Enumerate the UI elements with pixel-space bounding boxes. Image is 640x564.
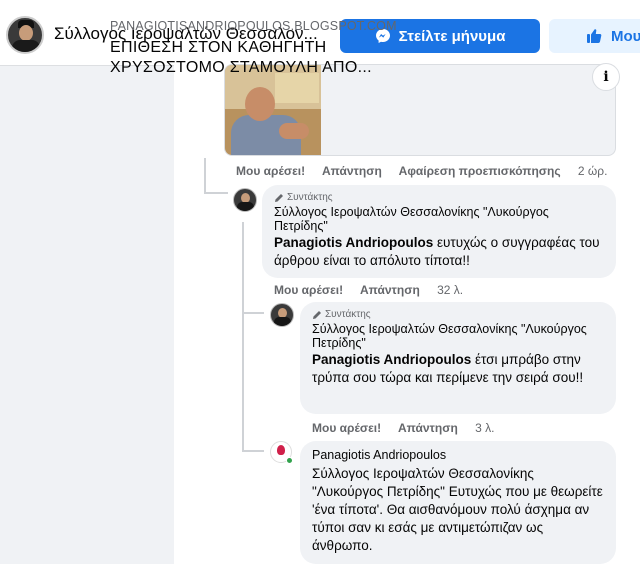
timestamp[interactable]: 3 λ. (475, 421, 494, 435)
like-action[interactable]: Μου αρέσει! (312, 421, 381, 435)
comment-bubble: Panagiotis Andriopoulos Σύλλογος Ιεροψαλ… (300, 441, 616, 564)
comment-actions: Μου αρέσει! Απάντηση 3 λ. (312, 421, 508, 435)
author-role-label: Συντάκτης (325, 309, 371, 320)
link-preview-domain: PANAGIOTISANDRIOPOULOS.BLOGSPOT.COM (110, 19, 397, 33)
mention[interactable]: Panagiotis Andriopoulos (274, 235, 433, 250)
author-role: Συντάκτης (274, 192, 604, 203)
online-status-dot (286, 457, 293, 464)
pencil-icon (275, 193, 283, 202)
page-avatar[interactable] (6, 16, 44, 54)
avatar[interactable] (270, 441, 293, 464)
comment-text: Σύλλογος Ιεροψαλτών Θεσσαλονίκης "Λυκούρ… (312, 465, 604, 555)
comment-bubble: Συντάκτης Σύλλογος Ιεροψαλτών Θεσσαλονίκ… (300, 302, 616, 414)
avatar-robe-shape (274, 317, 291, 326)
mention[interactable]: Panagiotis Andriopoulos (312, 352, 471, 367)
avatar[interactable] (233, 188, 257, 212)
like-action[interactable]: Μου αρέσει! (274, 283, 343, 297)
comment-text: Panagiotis Andriopoulos ευτυχώς ο συγγρα… (274, 234, 604, 270)
reply-action[interactable]: Απάντηση (360, 283, 420, 297)
reply-action[interactable]: Απάντηση (322, 164, 382, 178)
avatar-head-shape (19, 25, 33, 41)
post-actions: Μου αρέσει! Απάντηση Αφαίρεση προεπισκόπ… (236, 164, 621, 178)
avatar[interactable] (270, 303, 294, 327)
comment-author[interactable]: Σύλλογος Ιεροψαλτών Θεσσαλονίκης "Λυκούρ… (312, 322, 604, 350)
avatar-robe-shape (237, 202, 254, 211)
author-role-label: Συντάκτης (287, 192, 333, 203)
reply-action[interactable]: Απάντηση (398, 421, 458, 435)
avatar-robe-shape (12, 40, 40, 52)
like-page-label: Μου (611, 27, 640, 45)
link-preview-title[interactable]: ΕΠΙΘΕΣΗ ΣΤΟΝ ΚΑΘΗΓΗΤΗ ΧΡΥΣΟΣΤΟΜΟ ΣΤΑΜΟΥΛ… (110, 38, 380, 78)
link-preview-image (225, 65, 321, 155)
remove-preview-action[interactable]: Αφαίρεση προεπισκόπησης (399, 164, 561, 178)
thumbs-up-icon (587, 29, 602, 43)
avatar-logo-mark (277, 445, 285, 455)
comment-actions: Μου αρέσει! Απάντηση 32 λ. (274, 283, 477, 297)
timestamp[interactable]: 32 λ. (437, 283, 463, 297)
thread-line (204, 192, 228, 194)
thread-line (242, 312, 264, 314)
comment-author[interactable]: Panagiotis Andriopoulos (312, 448, 604, 462)
timestamp[interactable]: 2 ώρ. (578, 164, 608, 178)
author-role: Συντάκτης (312, 309, 604, 320)
pencil-icon (313, 310, 321, 319)
thread-line (242, 222, 244, 452)
preview-hand-shape (279, 123, 309, 139)
thread-line (242, 450, 264, 452)
info-icon[interactable]: i (592, 63, 620, 91)
thread-line (204, 158, 206, 194)
like-page-button[interactable]: Μου (549, 19, 640, 53)
like-action[interactable]: Μου αρέσει! (236, 164, 305, 178)
comment-author[interactable]: Σύλλογος Ιεροψαλτών Θεσσαλονίκης "Λυκούρ… (274, 205, 604, 233)
comment-bubble: Συντάκτης Σύλλογος Ιεροψαλτών Θεσσαλονίκ… (262, 185, 616, 278)
preview-face-shape (245, 87, 275, 121)
comment-text: Panagiotis Andriopoulos έτσι μπράβο στην… (312, 351, 604, 387)
send-message-label: Στείλτε μήνυμα (398, 27, 506, 45)
